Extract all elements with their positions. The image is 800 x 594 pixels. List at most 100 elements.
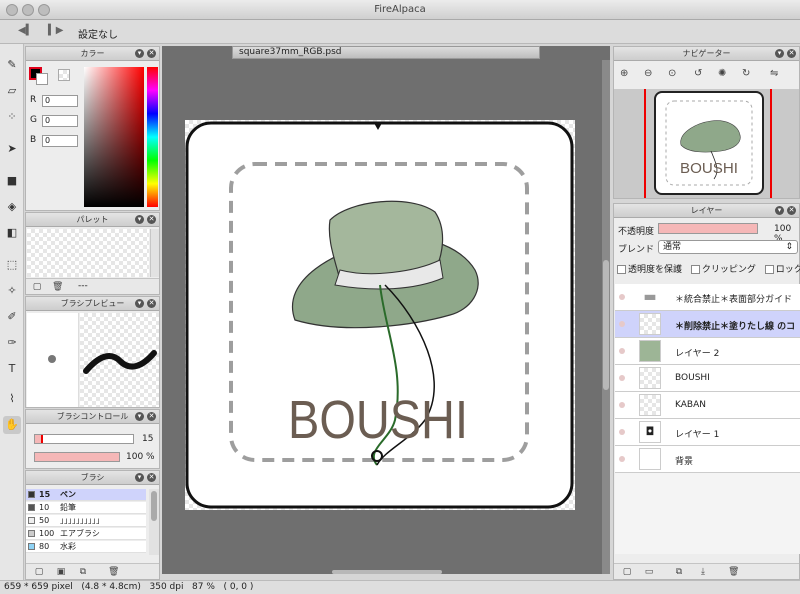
- palette-scrollbar[interactable]: [150, 229, 159, 277]
- clipping-checkbox[interactable]: [690, 265, 700, 274]
- new-layer-icon[interactable]: ▢: [622, 567, 632, 577]
- panel-close-icon[interactable]: ✕: [147, 215, 156, 224]
- secondary-color-swatch[interactable]: [36, 73, 48, 85]
- panel-menu-icon[interactable]: ▾: [135, 299, 144, 308]
- panel-menu-icon[interactable]: ▾: [135, 215, 144, 224]
- canvas-area[interactable]: BOUSHI: [162, 46, 610, 574]
- prev-icon[interactable]: ◀▍: [18, 25, 33, 36]
- layer-row[interactable]: KABAN: [615, 392, 800, 419]
- document-canvas[interactable]: BOUSHI: [185, 120, 575, 510]
- transparent-color-swatch[interactable]: [58, 69, 70, 81]
- layer-row[interactable]: レイヤー 2: [615, 338, 800, 365]
- vertical-scrollbar[interactable]: [602, 60, 610, 574]
- g-input[interactable]: 0: [42, 115, 78, 127]
- navigator-preview[interactable]: BOUSHI: [614, 89, 799, 198]
- zoom-in-icon[interactable]: ⊕: [620, 68, 628, 79]
- layer-opacity-slider[interactable]: [658, 223, 758, 234]
- lock-option[interactable]: ロック: [764, 265, 800, 275]
- layer-visibility-icon[interactable]: [619, 456, 625, 462]
- horizontal-scroll-thumb[interactable]: [332, 570, 442, 574]
- scroll-thumb[interactable]: [151, 491, 157, 521]
- zoom-out-icon[interactable]: ⊖: [644, 68, 652, 79]
- rotate-right-icon[interactable]: ↻: [742, 68, 750, 79]
- layer-visibility-icon[interactable]: [619, 348, 625, 354]
- delete-brush-icon[interactable]: 🗑: [108, 567, 119, 577]
- brush-control-header: ブラシコントロール ▾ ✕: [26, 410, 159, 424]
- brush-list-scrollbar[interactable]: [149, 489, 159, 555]
- panel-close-icon[interactable]: ✕: [147, 412, 156, 421]
- document-tab[interactable]: square37mm_RGB.psd: [232, 46, 540, 59]
- edit-brush-icon[interactable]: ▣: [56, 567, 66, 577]
- eraser-tool-icon[interactable]: ▱: [3, 82, 21, 100]
- delete-layer-icon[interactable]: 🗑: [728, 567, 739, 577]
- panel-close-icon[interactable]: ✕: [147, 473, 156, 482]
- panel-close-icon[interactable]: ✕: [147, 299, 156, 308]
- panel-close-icon[interactable]: ✕: [787, 49, 796, 58]
- text-tool-icon[interactable]: T: [3, 360, 21, 378]
- clipping-option[interactable]: クリッピング: [690, 265, 756, 275]
- brush-opacity-slider[interactable]: [34, 452, 120, 462]
- palette-swatches[interactable]: [27, 229, 149, 277]
- new-folder-icon[interactable]: ▭: [644, 567, 654, 577]
- hue-slider[interactable]: [147, 67, 158, 207]
- panel-menu-icon[interactable]: ▾: [135, 412, 144, 421]
- lock-checkbox[interactable]: [764, 265, 774, 274]
- panel-close-icon[interactable]: ✕: [147, 49, 156, 58]
- protect-alpha-checkbox[interactable]: [617, 265, 626, 274]
- blend-mode-select[interactable]: 通常 ⇕: [658, 240, 798, 254]
- merge-layer-icon[interactable]: ⤓: [698, 567, 708, 577]
- brush-item[interactable]: 80 水彩: [26, 541, 146, 553]
- top-toolbar: ◀▍ ▍▶ 設定なし: [0, 20, 800, 44]
- next-icon[interactable]: ▍▶: [48, 25, 63, 36]
- layer-visibility-icon[interactable]: [619, 402, 625, 408]
- panel-menu-icon[interactable]: ▾: [135, 49, 144, 58]
- panel-menu-icon[interactable]: ▾: [775, 49, 784, 58]
- new-brush-icon[interactable]: ▢: [34, 567, 44, 577]
- select-pen-tool-icon[interactable]: ✐: [3, 308, 21, 326]
- move-tool-icon[interactable]: ➤: [3, 140, 21, 158]
- layer-row[interactable]: ▬ ＊統合禁止＊表面部分ガイド: [615, 284, 800, 311]
- hand-tool-icon[interactable]: ✋: [3, 416, 21, 434]
- layer-visibility-icon[interactable]: [619, 294, 625, 300]
- b-input[interactable]: 0: [42, 135, 78, 147]
- dot-tool-icon[interactable]: ⁘: [3, 108, 21, 126]
- protect-alpha-option[interactable]: 透明度を保護: [617, 265, 682, 275]
- brush-item[interactable]: 100 エアブラシ: [26, 528, 146, 540]
- bucket-tool-icon[interactable]: ◈: [3, 198, 21, 216]
- magic-wand-tool-icon[interactable]: ✧: [3, 282, 21, 300]
- duplicate-layer-icon[interactable]: ⧉: [674, 567, 684, 577]
- layer-row[interactable]: ◘ レイヤー 1: [615, 419, 800, 446]
- layer-visibility-icon[interactable]: [619, 375, 625, 381]
- saturation-value-picker[interactable]: [84, 67, 144, 207]
- pen-tool-icon[interactable]: ✎: [3, 56, 21, 74]
- minimize-window-button[interactable]: [22, 4, 34, 16]
- fill-rect-tool-icon[interactable]: ■: [3, 172, 21, 190]
- panel-close-icon[interactable]: ✕: [787, 206, 796, 215]
- brush-size-slider[interactable]: [34, 434, 134, 444]
- layer-row[interactable]: 背景: [615, 446, 800, 473]
- brush-item[interactable]: 10 鉛筆: [26, 502, 146, 514]
- flip-icon[interactable]: ⇋: [770, 68, 778, 79]
- zoom-fit-icon[interactable]: ⊙: [668, 68, 676, 79]
- eyedropper-tool-icon[interactable]: ⌇: [3, 390, 21, 408]
- panel-menu-icon[interactable]: ▾: [135, 473, 144, 482]
- gradient-tool-icon[interactable]: ◧: [3, 224, 21, 242]
- brush-item[interactable]: 50 」」」」」」」」」」: [26, 515, 146, 527]
- r-input[interactable]: 0: [42, 95, 78, 107]
- layer-row[interactable]: BOUSHI: [615, 365, 800, 392]
- layer-row[interactable]: ＊削除禁止＊塗りたし線 のコ: [615, 311, 800, 338]
- close-window-button[interactable]: [6, 4, 18, 16]
- brush-item[interactable]: 15 ペン: [26, 489, 146, 501]
- delete-swatch-icon[interactable]: 🗑: [52, 282, 63, 292]
- layer-visibility-icon[interactable]: [619, 429, 625, 435]
- select-tool-icon[interactable]: ⬚: [3, 256, 21, 274]
- rotate-left-icon[interactable]: ↺: [694, 68, 702, 79]
- add-swatch-icon[interactable]: ▢: [32, 282, 42, 292]
- scroll-thumb[interactable]: [603, 260, 609, 390]
- rotate-reset-icon[interactable]: ✺: [718, 68, 726, 79]
- select-eraser-tool-icon[interactable]: ✑: [3, 334, 21, 352]
- zoom-window-button[interactable]: [38, 4, 50, 16]
- layer-visibility-icon[interactable]: [619, 321, 625, 327]
- panel-menu-icon[interactable]: ▾: [775, 206, 784, 215]
- duplicate-brush-icon[interactable]: ⧉: [78, 567, 88, 577]
